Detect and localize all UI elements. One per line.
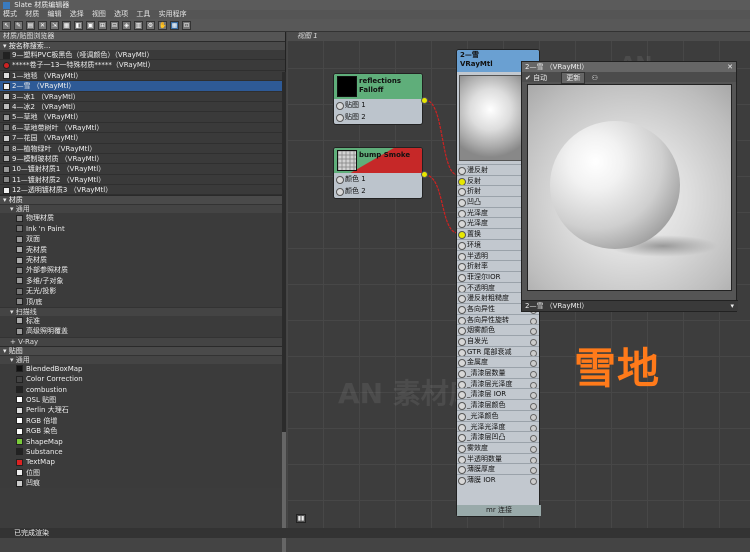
slot-sheen-glossiness[interactable]: _光泽光泽度 xyxy=(457,420,539,432)
preview-render xyxy=(527,84,732,291)
smoke-slot-color1[interactable]: 颜色 1 xyxy=(334,173,422,185)
auto-checkbox[interactable]: ✔ xyxy=(525,74,531,82)
preview-title-bar[interactable]: 2—雪 （VRayMtl） ✕ xyxy=(522,62,736,72)
smoke-thumbnail xyxy=(337,150,357,171)
smoke-slot-color2[interactable]: 颜色 2 xyxy=(334,185,422,197)
material-preview-window[interactable]: 2—雪 （VRayMtl） ✕ ✔ 自动 更新 ⚇ 2—雪 （VRayMtl） … xyxy=(521,61,738,312)
smoke-node-header[interactable]: bump Smoke xyxy=(334,148,422,173)
slot-translucency-amount[interactable]: 半透明数量 xyxy=(457,452,539,464)
close-icon[interactable]: ✕ xyxy=(727,62,733,72)
slot-sheen-color[interactable]: _光泽颜色 xyxy=(457,409,539,421)
slot-self-illumination[interactable]: 自发光 xyxy=(457,335,539,346)
slot-coat-color[interactable]: _清漆层颜色 xyxy=(457,399,539,410)
slot-gtr-tail[interactable]: GTR 尾部衰减 xyxy=(457,345,539,357)
falloff-node-header[interactable]: reflections Falloff xyxy=(334,74,422,99)
falloff-node[interactable]: reflections Falloff 贴图 1 贴图 2 xyxy=(333,73,423,125)
slot-coat-glossiness[interactable]: _清漆层光泽度 xyxy=(457,377,539,389)
falloff-thumbnail xyxy=(337,76,357,97)
preview-footer-label: 2—雪 （VRayMtl） xyxy=(525,302,589,310)
preview-controls: ✔ 自动 更新 ⚇ xyxy=(522,72,736,84)
slot-fog-color[interactable]: 烟雾颜色 xyxy=(457,324,539,336)
slot-fog-density[interactable]: 雾效度 xyxy=(457,441,539,453)
smoke-node[interactable]: bump Smoke 颜色 1 颜色 2 xyxy=(333,147,423,199)
overlay-title: 雪地 xyxy=(574,344,661,393)
slot-coat-bump[interactable]: _清漆层凹凸 xyxy=(457,431,539,442)
chevron-down-icon: ▾ xyxy=(730,302,734,310)
navigation-icon[interactable]: ▮▮ xyxy=(296,514,306,523)
preview-options-icon[interactable]: ⚇ xyxy=(592,74,598,82)
falloff-slot-map2[interactable]: 贴图 2 xyxy=(334,111,422,123)
status-bar: 已完成渲染 xyxy=(0,528,750,538)
mr-connection[interactable]: mr 连接 xyxy=(457,505,541,516)
vraymtl-node-title: 2—雪 xyxy=(460,51,479,59)
falloff-node-title: reflections Falloff xyxy=(359,77,401,94)
falloff-output-socket[interactable] xyxy=(421,97,428,104)
preview-sphere xyxy=(550,121,680,249)
slot-metalness[interactable]: 金属度 xyxy=(457,356,539,368)
smoke-node-title: bump Smoke xyxy=(359,151,411,159)
slot-coat-ior[interactable]: _清漆层 IOR xyxy=(457,388,539,400)
status-text: 已完成渲染 xyxy=(14,529,49,537)
slot-thin-film-ior[interactable]: 薄膜 IOR xyxy=(457,473,539,485)
smoke-output-socket[interactable] xyxy=(421,171,428,178)
auto-label: 自动 xyxy=(533,74,548,82)
slot-thin-film-thickness[interactable]: 薄膜厚度 xyxy=(457,463,539,474)
preview-material-dropdown[interactable]: 2—雪 （VRayMtl） ▾ xyxy=(522,300,738,311)
preview-title: 2—雪 （VRayMtl） xyxy=(525,63,589,71)
slot-anisotropy-rotation[interactable]: 各向异性旋转 xyxy=(457,313,539,325)
update-button[interactable]: 更新 xyxy=(561,72,586,84)
slot-coat-amount[interactable]: _清漆层数量 xyxy=(457,367,539,378)
falloff-slot-map1[interactable]: 贴图 1 xyxy=(334,99,422,111)
